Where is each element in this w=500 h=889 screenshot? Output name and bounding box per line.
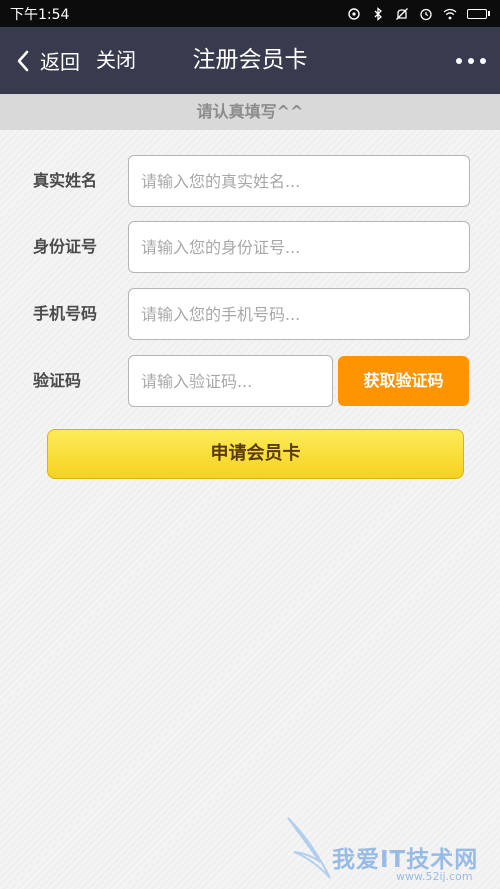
nav-bar: 返回 关闭 注册会员卡 (0, 27, 500, 94)
id-number-label: 身份证号 (33, 237, 98, 256)
phone-label: 手机号码 (33, 304, 98, 323)
status-icons (347, 6, 490, 21)
form-row-name: 真实姓名 (0, 155, 500, 207)
bluetooth-icon (371, 6, 385, 21)
phone-input[interactable] (128, 288, 470, 340)
sync-icon (347, 7, 361, 21)
status-time: 下午1:54 (10, 6, 70, 23)
id-number-input[interactable] (128, 221, 470, 273)
form-row-id: 身份证号 (0, 221, 500, 273)
watermark-logo: 我爱IT技术网 www.52ij.com (284, 812, 500, 889)
back-button[interactable]: 返回 (16, 27, 80, 94)
verification-code-label: 验证码 (33, 371, 82, 390)
chevron-left-icon (17, 50, 29, 71)
form-row-phone: 手机号码 (0, 288, 500, 340)
form-row-code: 验证码 获取验证码 (0, 355, 500, 407)
verification-code-input[interactable] (128, 355, 333, 407)
close-button[interactable]: 关闭 (96, 27, 136, 94)
apply-card-button[interactable]: 申请会员卡 (47, 429, 464, 479)
name-label: 真实姓名 (33, 171, 98, 190)
real-name-input[interactable] (128, 155, 470, 207)
mute-icon (395, 7, 409, 21)
more-dots-icon[interactable] (446, 27, 486, 94)
get-code-button[interactable]: 获取验证码 (338, 356, 469, 406)
form-hint-banner: 请认真填写^^ (0, 94, 500, 130)
watermark-text: 我爱IT技术网 (332, 847, 479, 873)
back-label: 返回 (40, 50, 80, 74)
wifi-icon (443, 7, 457, 21)
watermark-subtext: www.52ij.com (396, 870, 473, 883)
battery-icon (467, 8, 490, 19)
alarm-icon (419, 7, 433, 21)
status-bar: 下午1:54 (0, 0, 500, 27)
